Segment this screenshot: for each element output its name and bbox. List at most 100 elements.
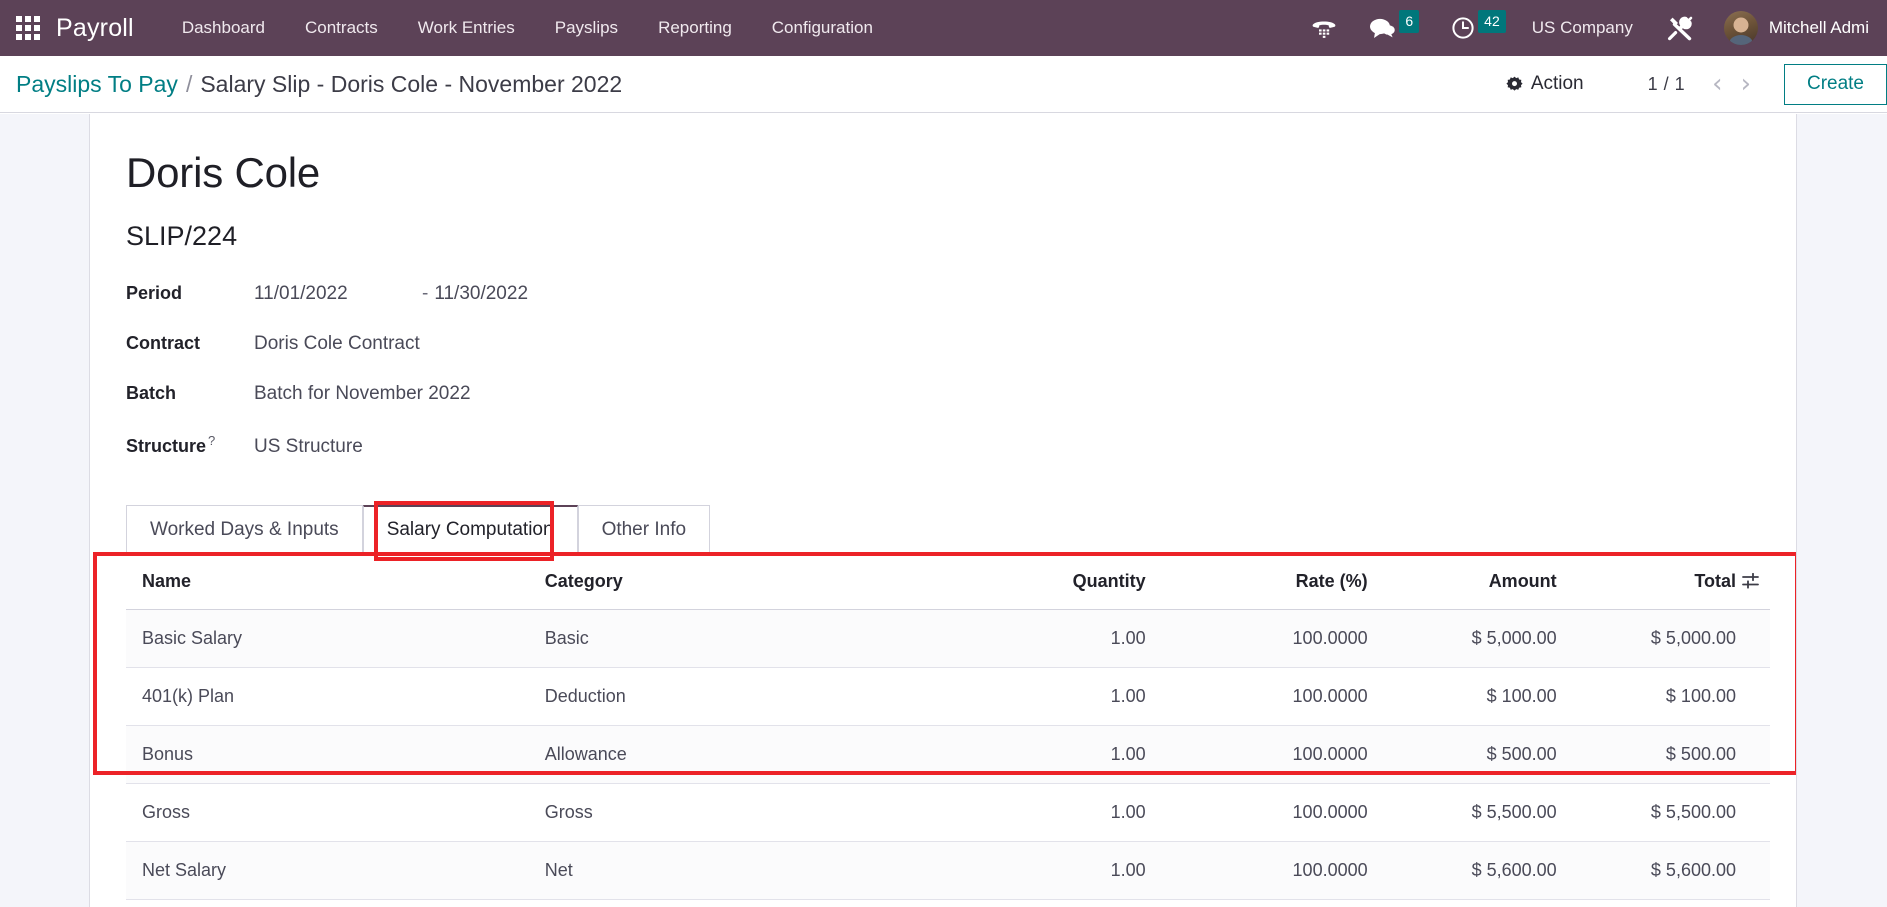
field-value-contract[interactable]: Doris Cole Contract [254, 333, 420, 355]
salary-computation-list: Name Category Quantity Rate (%) Amount T… [93, 552, 1796, 900]
cell-rate[interactable]: 100.0000 [1161, 725, 1384, 784]
user-avatar [1723, 11, 1758, 45]
action-menu-button[interactable]: Action [1486, 73, 1604, 95]
column-header-total-label: Total [1694, 571, 1736, 591]
structure-help-icon[interactable]: ? [208, 433, 215, 448]
cell-name[interactable]: 401(k) Plan [126, 667, 529, 726]
nav-item-dashboard[interactable]: Dashboard [162, 0, 285, 56]
field-value-period[interactable]: 11/01/2022-11/30/2022 [254, 283, 528, 305]
pager-next-icon[interactable]: › [1732, 71, 1760, 97]
period-date-from[interactable]: 11/01/2022 [254, 283, 422, 305]
nav-item-work-entries[interactable]: Work Entries [398, 0, 535, 56]
activities-button[interactable]: 42 [1435, 0, 1522, 56]
cell-category[interactable]: Net [528, 841, 899, 900]
period-date-to[interactable]: 11/30/2022 [434, 283, 528, 304]
clock-icon [1452, 17, 1474, 39]
column-header-category[interactable]: Category [528, 553, 899, 610]
messages-button[interactable]: 6 [1353, 0, 1435, 56]
cell-rate[interactable]: 100.0000 [1161, 667, 1384, 726]
period-date-dash: - [422, 283, 429, 304]
cell-category[interactable]: Gross [528, 783, 899, 842]
cell-amount[interactable]: $ 5,500.00 [1383, 783, 1573, 842]
user-menu-button[interactable]: Mitchell Admi [1710, 11, 1879, 45]
field-label-structure: Structure? [126, 433, 254, 457]
cell-rate[interactable]: 100.0000 [1161, 783, 1384, 842]
cell-quantity[interactable]: 1.00 [898, 725, 1162, 784]
nav-item-payslips[interactable]: Payslips [535, 0, 638, 56]
voip-button[interactable] [1295, 0, 1353, 56]
tab-other-info[interactable]: Other Info [577, 505, 711, 553]
cell-total[interactable]: $ 5,000.00 [1572, 609, 1770, 668]
cell-rate[interactable]: 100.0000 [1161, 609, 1384, 668]
control-panel: Payslips To Pay / Salary Slip - Doris Co… [0, 56, 1887, 113]
control-panel-actions: Action 1 / 1 ‹ › Create [1486, 56, 1887, 113]
cell-quantity[interactable]: 1.00 [898, 783, 1162, 842]
breadcrumb-item-payslips-to-pay[interactable]: Payslips To Pay [16, 71, 178, 98]
column-header-rate[interactable]: Rate (%) [1161, 553, 1384, 610]
column-header-quantity[interactable]: Quantity [898, 553, 1162, 610]
table-body: Basic Salary Basic 1.00 100.0000 $ 5,000… [126, 609, 1770, 900]
field-label-contract: Contract [126, 333, 201, 353]
apps-grid-icon [16, 16, 40, 40]
nav-item-configuration[interactable]: Configuration [752, 0, 893, 56]
user-name-label: Mitchell Admi [1768, 18, 1869, 37]
structure-label-text: Structure [126, 436, 207, 456]
field-row-structure: Structure? US Structure [126, 433, 1770, 483]
notebook: Worked Days & Inputs Salary Computation … [126, 501, 1770, 561]
column-header-name[interactable]: Name [126, 553, 529, 610]
cell-amount[interactable]: $ 5,000.00 [1383, 609, 1573, 668]
pager-previous-icon[interactable]: ‹ [1703, 71, 1731, 97]
field-row-batch: Batch Batch for November 2022 [126, 383, 1770, 433]
apps-menu-button[interactable] [0, 0, 56, 56]
pager-value: 1 / 1 [1647, 73, 1686, 94]
column-header-amount[interactable]: Amount [1383, 553, 1573, 610]
table-header: Name Category Quantity Rate (%) Amount T… [126, 553, 1770, 610]
developer-tools-button[interactable] [1651, 0, 1710, 56]
table-row[interactable]: Net Salary Net 1.00 100.0000 $ 5,600.00 … [126, 841, 1770, 900]
cell-total[interactable]: $ 5,600.00 [1572, 841, 1770, 900]
field-row-contract: Contract Doris Cole Contract [126, 333, 1770, 383]
cell-name[interactable]: Gross [126, 783, 529, 842]
app-brand-payroll[interactable]: Payroll [56, 14, 162, 43]
cell-category[interactable]: Basic [528, 609, 899, 668]
tab-worked-days-and-inputs[interactable]: Worked Days & Inputs [126, 505, 363, 553]
table-row[interactable]: Bonus Allowance 1.00 100.0000 $ 500.00 $… [126, 725, 1770, 784]
cell-amount[interactable]: $ 500.00 [1383, 725, 1573, 784]
field-value-structure[interactable]: US Structure [254, 436, 363, 458]
cell-amount[interactable]: $ 100.00 [1383, 667, 1573, 726]
table-row[interactable]: Basic Salary Basic 1.00 100.0000 $ 5,000… [126, 609, 1770, 668]
cell-quantity[interactable]: 1.00 [898, 609, 1162, 668]
nav-item-reporting[interactable]: Reporting [638, 0, 752, 56]
cell-name[interactable]: Net Salary [126, 841, 529, 900]
breadcrumb-separator: / [185, 70, 193, 97]
cell-total[interactable]: $ 100.00 [1572, 667, 1770, 726]
breadcrumb-current-record: Salary Slip - Doris Cole - November 2022 [200, 70, 623, 97]
column-settings-icon[interactable] [1742, 572, 1760, 589]
table-row[interactable]: 401(k) Plan Deduction 1.00 100.0000 $ 10… [126, 667, 1770, 726]
cell-category[interactable]: Allowance [528, 725, 899, 784]
tools-icon [1667, 16, 1693, 41]
sliders-icon [1742, 572, 1759, 589]
cell-quantity[interactable]: 1.00 [898, 841, 1162, 900]
messages-counter: 6 [1399, 9, 1420, 33]
cell-amount[interactable]: $ 5,600.00 [1383, 841, 1573, 900]
cell-quantity[interactable]: 1.00 [898, 667, 1162, 726]
notebook-tab-list: Worked Days & Inputs Salary Computation … [126, 505, 1770, 553]
salary-lines-table: Name Category Quantity Rate (%) Amount T… [126, 553, 1770, 900]
cell-name[interactable]: Bonus [126, 725, 529, 784]
nav-item-contracts[interactable]: Contracts [285, 0, 398, 56]
company-switcher[interactable]: US Company [1522, 18, 1651, 38]
column-header-total[interactable]: Total [1572, 553, 1770, 610]
tab-salary-computation[interactable]: Salary Computation [362, 505, 578, 553]
create-button[interactable]: Create [1783, 63, 1887, 105]
field-value-batch[interactable]: Batch for November 2022 [254, 383, 471, 405]
cell-rate[interactable]: 100.0000 [1161, 841, 1384, 900]
cell-category[interactable]: Deduction [528, 667, 899, 726]
field-row-period: Period 11/01/2022-11/30/2022 [126, 283, 1770, 333]
table-row[interactable]: Gross Gross 1.00 100.0000 $ 5,500.00 $ 5… [126, 783, 1770, 842]
cell-name[interactable]: Basic Salary [126, 609, 529, 668]
cell-total[interactable]: $ 5,500.00 [1572, 783, 1770, 842]
cell-total[interactable]: $ 500.00 [1572, 725, 1770, 784]
page-title: Doris Cole [126, 149, 321, 196]
action-menu-label: Action [1530, 73, 1584, 94]
